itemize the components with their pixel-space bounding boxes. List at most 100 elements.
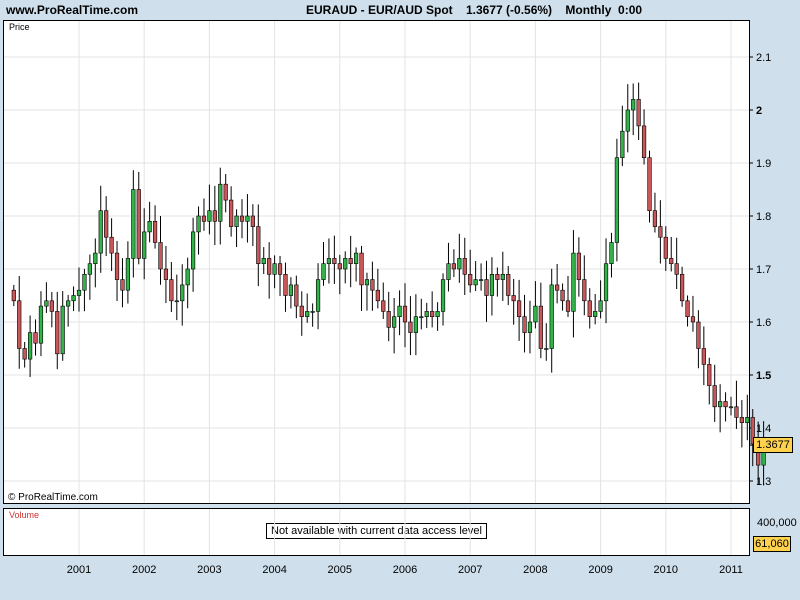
candle-body bbox=[261, 258, 266, 264]
candle-body bbox=[44, 300, 49, 307]
candle-body bbox=[27, 332, 33, 360]
x-tick-label: 2004 bbox=[262, 564, 286, 576]
candle-body bbox=[348, 258, 353, 264]
candle-body bbox=[516, 300, 522, 317]
candle-body bbox=[625, 109, 630, 132]
candle-body bbox=[343, 258, 348, 270]
candle-body bbox=[533, 305, 538, 323]
candle-body bbox=[609, 242, 614, 265]
candle-body bbox=[723, 401, 728, 408]
candle-body bbox=[250, 215, 255, 227]
candle-body bbox=[473, 279, 478, 286]
candle-body bbox=[272, 263, 277, 275]
candle-body bbox=[696, 321, 701, 349]
candle-body bbox=[739, 417, 744, 423]
candle-body bbox=[603, 263, 609, 302]
candle-body bbox=[419, 316, 424, 319]
candle-body bbox=[506, 273, 511, 296]
candle-body bbox=[424, 311, 429, 317]
candle-body bbox=[201, 215, 207, 222]
candle-body bbox=[674, 263, 679, 275]
candle-body bbox=[239, 215, 245, 222]
y-tick-label: 1.5 bbox=[756, 370, 771, 382]
candle-body bbox=[549, 284, 554, 349]
candle-body bbox=[435, 311, 440, 317]
y-tick-label: 2 bbox=[756, 105, 762, 117]
candle-body bbox=[652, 210, 658, 227]
candle-body bbox=[98, 210, 103, 254]
candle-body bbox=[76, 289, 82, 296]
candle-body bbox=[582, 279, 587, 302]
candle-body bbox=[370, 279, 375, 291]
candle-body bbox=[315, 279, 321, 312]
x-tick-label: 2006 bbox=[393, 564, 417, 576]
candle-body bbox=[571, 252, 576, 312]
candle-body bbox=[310, 311, 315, 313]
candle-body bbox=[256, 226, 261, 265]
candle-body bbox=[392, 316, 397, 328]
candle-body bbox=[565, 300, 571, 312]
candle-body bbox=[593, 311, 598, 317]
candle-body bbox=[538, 305, 543, 349]
candle-body bbox=[614, 157, 619, 243]
candle-body bbox=[598, 300, 603, 312]
candle-body bbox=[104, 210, 109, 238]
candle-body bbox=[305, 311, 310, 317]
volume-axis-label: 400,000 bbox=[757, 517, 797, 529]
y-tick-label: 1.7 bbox=[756, 264, 771, 276]
candle-body bbox=[234, 215, 239, 227]
candle-body bbox=[55, 311, 60, 355]
x-tick-label: 2005 bbox=[328, 564, 352, 576]
candle-body bbox=[734, 406, 739, 418]
chart-canvas: 1.31.41.51.61.71.81.922.12001 2002 2003 200… bbox=[4, 21, 771, 576]
candle-body bbox=[620, 130, 625, 158]
candle-body bbox=[386, 311, 391, 328]
candle-body bbox=[321, 263, 326, 280]
candle-body bbox=[679, 273, 685, 302]
candle-body bbox=[457, 258, 462, 270]
x-tick-label: 2011 bbox=[719, 564, 743, 576]
candle-body bbox=[283, 273, 288, 296]
candle-body bbox=[587, 300, 592, 317]
candle-body bbox=[511, 295, 516, 302]
candle-body bbox=[728, 406, 734, 409]
candle-body bbox=[576, 252, 581, 280]
candle-body bbox=[212, 210, 217, 222]
candle-body bbox=[489, 273, 495, 296]
candle-body bbox=[413, 316, 418, 333]
candle-body bbox=[337, 263, 342, 270]
candle-body bbox=[218, 183, 223, 222]
candle-body bbox=[440, 279, 446, 312]
candle-body bbox=[294, 284, 299, 307]
candle-body bbox=[147, 221, 152, 233]
x-tick-label: 2002 bbox=[132, 564, 156, 576]
candle-body bbox=[33, 332, 38, 344]
candle-body bbox=[207, 210, 212, 222]
candle-body bbox=[87, 263, 92, 275]
x-tick-label: 2008 bbox=[523, 564, 547, 576]
candle-body bbox=[174, 300, 179, 303]
candle-body bbox=[152, 221, 158, 243]
x-tick-label: 2007 bbox=[458, 564, 482, 576]
candle-body bbox=[636, 99, 641, 127]
candle-body bbox=[701, 348, 706, 365]
candle-body bbox=[125, 258, 130, 291]
candle-body bbox=[66, 300, 71, 307]
candle-body bbox=[169, 279, 174, 302]
candle-body bbox=[196, 215, 201, 233]
candle-body bbox=[136, 189, 141, 259]
candle-body bbox=[277, 263, 283, 275]
candle-body bbox=[131, 189, 136, 259]
candle-body bbox=[690, 316, 696, 323]
candle-body bbox=[120, 279, 125, 291]
candle-body bbox=[109, 236, 114, 254]
candle-body bbox=[11, 289, 16, 302]
candle-body bbox=[663, 236, 668, 259]
candle-body bbox=[229, 199, 234, 227]
candle-body bbox=[647, 157, 652, 211]
candle-body bbox=[326, 258, 332, 264]
candle-body bbox=[402, 305, 408, 323]
candle-body bbox=[522, 316, 527, 333]
candle-body bbox=[82, 273, 87, 291]
candle-body bbox=[718, 401, 723, 408]
